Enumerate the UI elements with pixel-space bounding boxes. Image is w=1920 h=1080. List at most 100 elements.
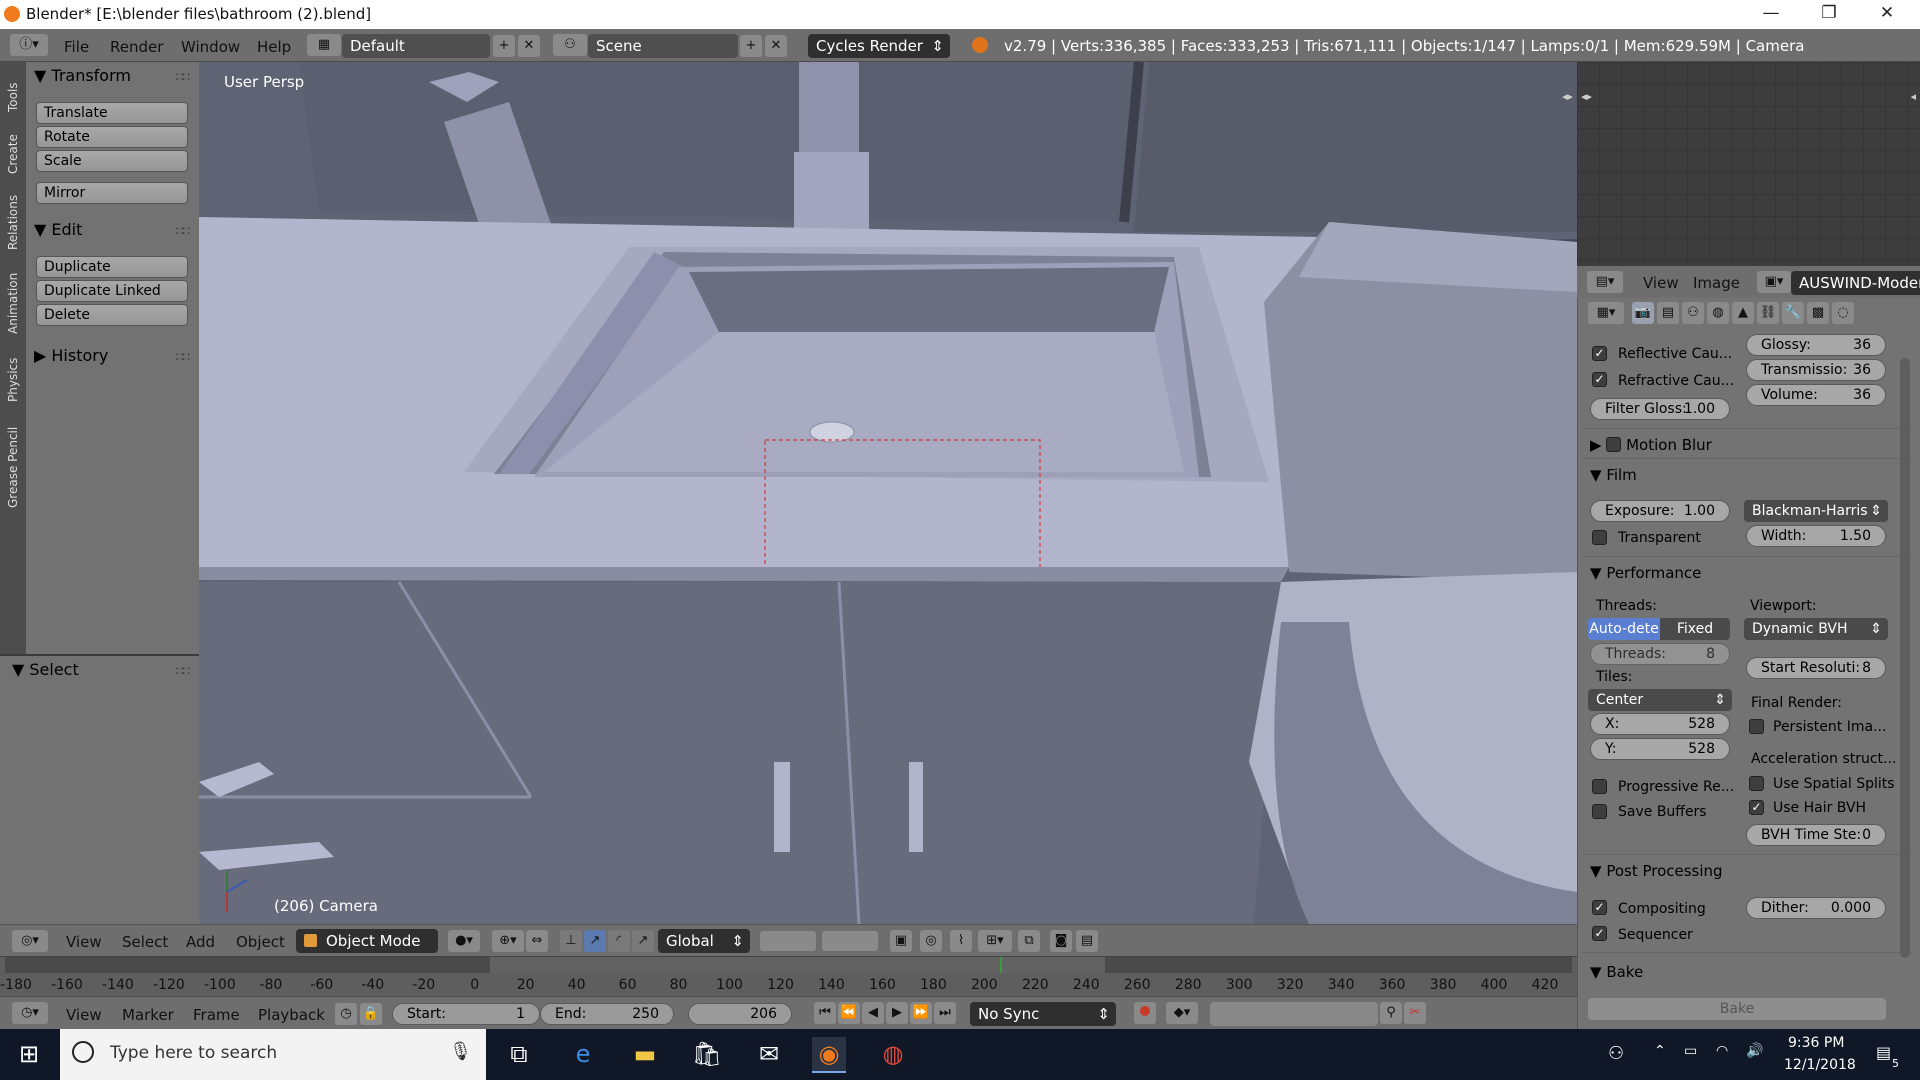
delete-layout-icon[interactable]: ✕ xyxy=(518,35,540,57)
manipulator-toggle-icon[interactable]: ⇔ xyxy=(526,930,548,952)
end-frame-field[interactable]: End: 250 xyxy=(540,1003,674,1025)
layer-lock-icon[interactable]: ▣ xyxy=(890,930,912,952)
properties-scrollbar[interactable] xyxy=(1900,358,1910,958)
snap-icon[interactable]: ⌇ xyxy=(950,930,972,952)
tile-x-field[interactable]: X: 528 xyxy=(1590,713,1730,735)
drag-grip-icon[interactable]: ∷∷ xyxy=(176,70,190,84)
microphone-icon[interactable]: 🎙 xyxy=(449,1041,472,1062)
people-icon[interactable]: ⚇ xyxy=(1608,1043,1624,1064)
restore-button[interactable]: ❐ xyxy=(1800,0,1858,29)
world-tab-icon[interactable]: ◍ xyxy=(1707,302,1729,324)
drag-grip-icon[interactable]: ∷∷ xyxy=(176,664,190,678)
object-tab-icon[interactable]: ▲ xyxy=(1732,302,1754,324)
start-resolution-field[interactable]: Start Resoluti: 8 xyxy=(1746,657,1886,679)
duplicate-linked-button[interactable]: Duplicate Linked xyxy=(36,280,188,302)
bvh-time-steps-field[interactable]: BVH Time Ste: 0 xyxy=(1746,824,1886,846)
file-explorer-icon[interactable]: ▬ xyxy=(628,1037,662,1071)
constraints-tab-icon[interactable]: ⛓ xyxy=(1757,302,1779,324)
properties-editor-type-icon[interactable]: ▦▾ xyxy=(1588,302,1624,324)
preview-range-icon[interactable]: ◷ xyxy=(335,1003,357,1025)
compositing-checkbox[interactable]: ✓ xyxy=(1592,900,1607,915)
layout-name-field[interactable]: Default xyxy=(342,34,490,58)
motion-blur-checkbox[interactable] xyxy=(1606,437,1622,452)
proportional-edit-icon[interactable]: ◎ xyxy=(920,930,942,952)
film-panel-header[interactable]: ▼ Film xyxy=(1590,466,1637,484)
menu-select[interactable]: Select xyxy=(122,933,168,951)
area-split-icon[interactable]: ◂▸ xyxy=(1562,90,1573,103)
modifiers-tab-icon[interactable]: 🔧 xyxy=(1782,302,1804,324)
play-icon[interactable]: ▶ xyxy=(886,1002,908,1024)
blender-taskbar-icon[interactable]: ◉ xyxy=(812,1037,846,1073)
pixel-filter-select[interactable]: Blackman-Harris ⇕ xyxy=(1744,500,1888,522)
post-processing-panel-header[interactable]: ▼ Post Processing xyxy=(1590,862,1723,880)
menu-playback[interactable]: Playback xyxy=(258,1006,325,1024)
animation-render-icon[interactable]: ▤ xyxy=(1076,930,1098,952)
lock-icon[interactable]: 🔒 xyxy=(360,1003,382,1025)
camera-render-icon[interactable]: ◙ xyxy=(1050,930,1072,952)
reflective-caustics-checkbox[interactable]: ✓ xyxy=(1592,346,1607,361)
exposure-field[interactable]: Exposure: 1.00 xyxy=(1590,500,1730,522)
jump-end-icon[interactable]: ⏭ xyxy=(934,1002,956,1024)
start-frame-field[interactable]: Start: 1 xyxy=(392,1003,540,1025)
add-layout-icon[interactable]: + xyxy=(493,35,515,57)
info-editor-type-icon[interactable]: ⓘ▾ xyxy=(10,34,48,56)
viewport-bvh-select[interactable]: Dynamic BVH ⇕ xyxy=(1744,618,1888,640)
drag-grip-icon[interactable]: ∷∷ xyxy=(176,224,190,238)
texture-tab-icon[interactable]: ▩ xyxy=(1807,302,1829,324)
tile-y-field[interactable]: Y: 528 xyxy=(1590,738,1730,760)
rotate-button[interactable]: Rotate xyxy=(36,126,188,148)
render-engine-select[interactable]: Cycles Render ⇕ xyxy=(808,34,950,58)
windows-start-icon[interactable]: ⊞ xyxy=(12,1037,46,1071)
menu-help[interactable]: Help xyxy=(257,38,291,56)
menu-view[interactable]: View xyxy=(1643,274,1679,292)
image-browse-icon[interactable]: ▣▾ xyxy=(1757,271,1791,293)
sequencer-checkbox[interactable]: ✓ xyxy=(1592,926,1607,941)
keying-icon[interactable]: ◆▾ xyxy=(1166,1002,1198,1024)
mail-icon[interactable]: ✉ xyxy=(752,1037,786,1071)
menu-window[interactable]: Window xyxy=(181,38,240,56)
keying-set-field[interactable] xyxy=(1210,1002,1378,1026)
menu-view[interactable]: View xyxy=(66,933,102,951)
use-spatial-splits-checkbox[interactable] xyxy=(1749,776,1764,791)
menu-render[interactable]: Render xyxy=(110,38,163,56)
mirror-button[interactable]: Mirror xyxy=(36,182,188,204)
menu-marker[interactable]: Marker xyxy=(122,1006,174,1024)
menu-image[interactable]: Image xyxy=(1693,274,1740,292)
select-panel-header[interactable]: ▼ Select xyxy=(12,660,79,679)
drag-grip-icon[interactable]: ∷∷ xyxy=(176,350,190,364)
snap-element-icon[interactable]: ⊞▾ xyxy=(978,930,1012,952)
threads-count-field[interactable]: Threads: 8 xyxy=(1590,643,1730,665)
save-buffers-checkbox[interactable] xyxy=(1592,804,1607,819)
translate-button[interactable]: Translate xyxy=(36,102,188,124)
clock-date[interactable]: 12/1/2018 xyxy=(1784,1057,1856,1073)
glossy-bounces-field[interactable]: Glossy: 36 xyxy=(1746,334,1886,356)
layer-buttons[interactable] xyxy=(822,931,878,951)
use-hair-bvh-checkbox[interactable]: ✓ xyxy=(1749,800,1764,815)
timeline-ruler[interactable]: -180 -160 -140 -120 -100 -80 -60 -40 -20 0 20 40 60 8… xyxy=(0,956,1577,996)
transform-panel-header[interactable]: ▼ Transform xyxy=(34,66,131,85)
menu-view[interactable]: View xyxy=(66,1006,102,1024)
render-tab-icon[interactable]: 📷 xyxy=(1632,302,1654,324)
bake-button[interactable]: Bake xyxy=(1588,998,1886,1020)
history-panel-header[interactable]: ▶ History xyxy=(34,346,108,365)
action-center-icon[interactable]: ▤ xyxy=(1876,1043,1891,1062)
delete-keyframe-icon[interactable]: ✂ xyxy=(1404,1002,1426,1024)
dither-field[interactable]: Dither: 0.000 xyxy=(1746,897,1886,919)
physics-tab-icon[interactable]: ◌ xyxy=(1832,302,1854,324)
current-frame-field[interactable]: 206 xyxy=(688,1003,792,1025)
edit-panel-header[interactable]: ▼ Edit xyxy=(34,220,82,239)
area-split-icon[interactable]: ◂ xyxy=(1910,90,1916,103)
threads-fixed-button[interactable]: Fixed xyxy=(1660,618,1730,640)
refractive-caustics-checkbox[interactable]: ✓ xyxy=(1592,372,1607,387)
filter-width-field[interactable]: Width: 1.50 xyxy=(1746,525,1886,547)
wifi-icon[interactable]: ◠ xyxy=(1716,1043,1728,1059)
delete-button[interactable]: Delete xyxy=(36,304,188,326)
clock-time[interactable]: 9:36 PM xyxy=(1788,1035,1844,1051)
edge-icon[interactable]: e xyxy=(566,1037,600,1071)
area-split-icon[interactable]: ◂▸ xyxy=(1581,90,1592,103)
transparent-checkbox[interactable] xyxy=(1592,530,1607,545)
menu-frame[interactable]: Frame xyxy=(193,1006,240,1024)
current-frame-marker[interactable] xyxy=(999,957,1002,973)
battery-icon[interactable]: ▭ xyxy=(1684,1043,1697,1059)
jump-start-icon[interactable]: ⏮ xyxy=(814,1002,836,1024)
